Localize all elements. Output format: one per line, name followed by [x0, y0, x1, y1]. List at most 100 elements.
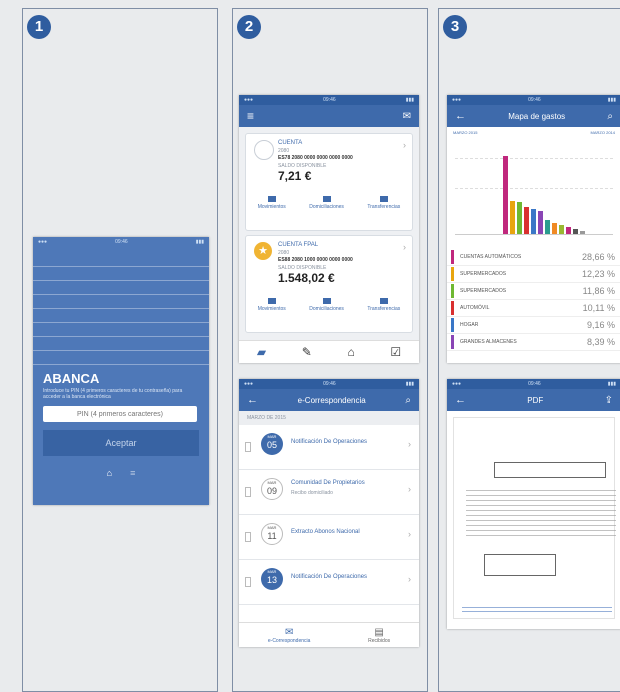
date-badge: MAR 05: [261, 433, 283, 455]
tab-correspondence[interactable]: ✉ e-Correspondencia: [268, 627, 311, 644]
status-bar: ●●● 09:46 ▮▮▮: [33, 237, 209, 247]
status-bar: ●●● 09:46 ▮▮▮: [239, 379, 419, 389]
star-account-icon: ★: [254, 242, 272, 260]
home-icon[interactable]: ⌂: [347, 345, 354, 359]
category-row[interactable]: AUTOMÓVIL 10,11 %: [447, 300, 620, 317]
movements-button[interactable]: Movimientos: [258, 298, 286, 312]
account-iban: ES88 2080 1000 0000 0000 0000: [278, 257, 353, 263]
checkbox[interactable]: [245, 577, 251, 587]
category-color-swatch: [451, 318, 454, 332]
pin-input[interactable]: [43, 406, 197, 422]
period-selector[interactable]: MARZO 2015 MARZO 2014: [447, 127, 620, 138]
transfers-button[interactable]: Transferencias: [367, 196, 400, 210]
step-column-3: 3 ●●● 09:46 ▮▮▮ ← Mapa de gastos ⌕ MARZO 2…: [438, 8, 620, 692]
back-arrow-icon[interactable]: ←: [455, 394, 466, 406]
accounts-tab-bar: ▰ ✎ ⌂ ☑: [239, 340, 419, 363]
chart-bar: [573, 229, 578, 234]
category-row[interactable]: GRANDES ALMACENES 8,39 %: [447, 334, 620, 351]
chart-bar: [531, 209, 536, 234]
login-screen: ●●● 09:46 ▮▮▮ ABANCA Introduce tu PIN (4 …: [33, 237, 209, 505]
menu-icon[interactable]: ≡: [130, 468, 135, 478]
list-item[interactable]: MAR 11 Extracto Abonos Nacional ›: [239, 515, 419, 560]
screen-title: e-Correspondencia: [297, 395, 366, 405]
home-icon[interactable]: ⌂: [107, 468, 112, 478]
briefcase-icon[interactable]: ▰: [257, 345, 266, 359]
mail-icon[interactable]: ✉: [403, 111, 411, 122]
list-item[interactable]: MAR 13 Notificación De Operaciones ›: [239, 560, 419, 605]
background-texture: [33, 253, 209, 365]
checkbox[interactable]: [245, 532, 251, 542]
period-right: MARZO 2014: [590, 130, 615, 135]
checklist-icon[interactable]: ☑: [390, 345, 401, 359]
movements-button[interactable]: Movimientos: [258, 196, 286, 210]
chart-bar: [517, 201, 522, 234]
direct-debits-button[interactable]: Domiciliaciones: [309, 196, 344, 210]
direct-debits-button[interactable]: Domiciliaciones: [309, 298, 344, 312]
accounts-top-bar: ≡ ✉: [239, 105, 419, 127]
accept-button[interactable]: Aceptar: [43, 430, 199, 456]
correspondence-tab-bar: ✉ e-Correspondencia ▤ Recibidos: [239, 622, 419, 647]
pdf-screen: ●●● 09:46 ▮▮▮ ← PDF ⇪: [447, 379, 620, 629]
category-row[interactable]: CUENTAS AUTOMÁTICOS 28,66 %: [447, 249, 620, 266]
screen-title: PDF: [527, 395, 544, 405]
category-color-swatch: [451, 301, 454, 315]
checkbox[interactable]: [245, 442, 251, 452]
analytics-top-bar: ← Mapa de gastos ⌕: [447, 105, 620, 127]
checkbox[interactable]: [245, 487, 251, 497]
chevron-right-icon: ›: [408, 529, 411, 539]
chart-bar: [503, 156, 508, 234]
spending-chart: [455, 138, 613, 235]
accounts-screen: ●●● 09:46 ▮▮▮ ≡ ✉ CUENTA 2080 ES78 2080 00…: [239, 95, 419, 363]
chart-bar: [545, 219, 550, 234]
category-name: HOGAR: [460, 322, 479, 328]
login-description: Introduce tu PIN (4 primeros caracteres …: [43, 388, 183, 400]
category-name: SUPERMERCADOS: [460, 271, 507, 277]
chevron-right-icon: ›: [408, 439, 411, 449]
correspondence-screen: ●●● 09:46 ▮▮▮ ← e-Correspondencia ⌕ MARZO …: [239, 379, 419, 647]
correspondence-top-bar: ← e-Correspondencia ⌕: [239, 389, 419, 411]
pay-icon[interactable]: ✎: [302, 345, 312, 359]
account-card[interactable]: CUENTA 2080 ES78 2080 0000 0000 0000 000…: [245, 133, 413, 231]
item-title: Notificación De Operaciones: [291, 574, 368, 580]
pdf-document: [453, 417, 616, 619]
chart-bar: [552, 222, 557, 234]
account-actions: Movimientos Domiciliaciones Transferenci…: [246, 196, 412, 210]
account-sub: 2080: [278, 148, 290, 154]
category-row[interactable]: SUPERMERCADOS 12,23 %: [447, 266, 620, 283]
back-arrow-icon[interactable]: ←: [247, 394, 258, 406]
account-balance: 7,21 €: [278, 169, 312, 183]
step-column-1: 1 ●●● 09:46 ▮▮▮ ABANCA Introduce tu PIN (…: [22, 8, 218, 692]
category-name: GRANDES ALMACENES: [460, 339, 517, 345]
account-logo-icon: [254, 140, 274, 160]
transfers-button[interactable]: Transferencias: [367, 298, 400, 312]
category-name: AUTOMÓVIL: [460, 305, 490, 311]
step-badge: 3: [443, 15, 467, 39]
share-icon[interactable]: ⇪: [605, 395, 613, 406]
tab-received[interactable]: ▤ Recibidos: [368, 627, 390, 644]
category-percent: 10,11 %: [582, 303, 615, 313]
search-icon[interactable]: ⌕: [607, 111, 613, 122]
account-sub: 2080: [278, 250, 290, 256]
account-name: CUENTA: [278, 140, 303, 146]
account-card[interactable]: ★ CUENTA FPAL 2080 ES88 2080 1000 0000 0…: [245, 235, 413, 333]
chart-bar: [510, 200, 515, 234]
hamburger-icon[interactable]: ≡: [247, 109, 254, 123]
category-percent: 12,23 %: [581, 269, 615, 279]
bottom-nav: ⌂ ≡: [33, 468, 209, 478]
chevron-right-icon: ›: [403, 242, 406, 252]
date-badge: MAR 09: [261, 478, 283, 500]
section-header: MARZO DE 2015: [239, 411, 419, 425]
list-item[interactable]: MAR 09 Comunidad De Propietarios Recibo d…: [239, 470, 419, 515]
step-badge: 2: [237, 15, 261, 39]
account-name: CUENTA FPAL: [278, 242, 319, 248]
search-icon[interactable]: ⌕: [405, 395, 411, 406]
list-item[interactable]: MAR 05 Notificación De Operaciones ›: [239, 425, 419, 470]
chevron-right-icon: ›: [408, 484, 411, 494]
category-color-swatch: [451, 284, 454, 298]
category-row[interactable]: HOGAR 9,16 %: [447, 317, 620, 334]
account-balance: 1.548,02 €: [278, 271, 335, 285]
back-arrow-icon[interactable]: ←: [455, 110, 466, 122]
category-row[interactable]: SUPERMERCADOS 11,86 %: [447, 283, 620, 300]
category-name: SUPERMERCADOS: [460, 288, 507, 294]
chart-bar: [566, 227, 571, 234]
